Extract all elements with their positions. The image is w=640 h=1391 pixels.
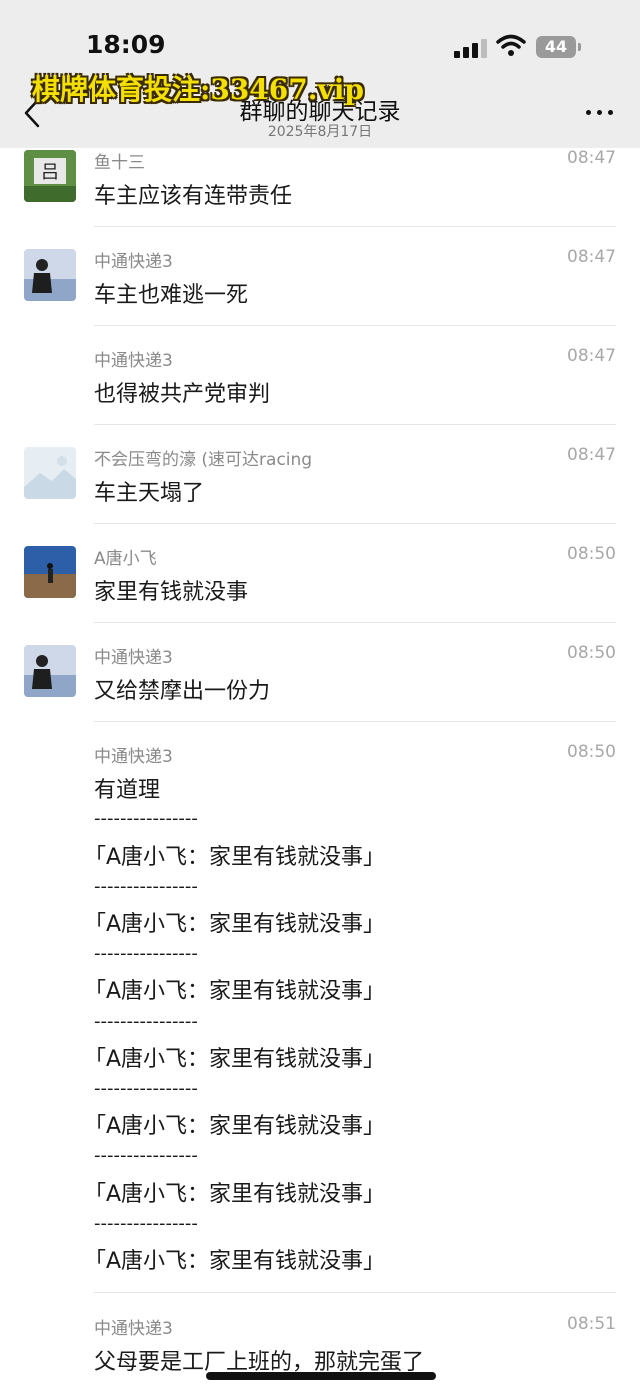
message-time: 08:50 [567,643,616,663]
message-divider [94,1292,616,1293]
svg-text:吕: 吕 [41,162,59,183]
message-sender: 中通快递3 [94,648,173,668]
message-time: 08:50 [567,742,616,762]
message-text: 家里有钱就没事 [94,580,249,605]
quote-separator: ---------------- [94,943,198,964]
message-sender: 中通快递3 [94,252,173,272]
message-text: 车主天塌了 [94,481,205,506]
quote-line: 「A唐小飞：家里有钱就没事」 [84,979,386,1004]
quote-line: 「A唐小飞：家里有钱就没事」 [84,845,386,870]
message-time: 08:47 [567,247,616,267]
chat-message[interactable]: A唐小飞 08:50 家里有钱就没事 [0,542,640,623]
avatar[interactable]: 吕 [24,150,76,202]
message-time: 08:47 [567,346,616,366]
quote-line: 「A唐小飞：家里有钱就没事」 [84,1182,386,1207]
avatar[interactable] [24,249,76,301]
quote-separator: ---------------- [94,1213,198,1234]
chat-message[interactable]: 中通快递3 08:47 车主也难逃一死 [0,245,640,326]
message-time: 08:47 [567,148,616,168]
message-divider [94,325,616,326]
watermark-overlay: 棋牌体育投注:33467.vip [32,73,364,106]
quote-separator: ---------------- [94,1145,198,1166]
message-text: 又给禁摩出一份力 [94,679,271,704]
message-text: 车主应该有连带责任 [94,184,293,209]
quote-separator: ---------------- [94,1078,198,1099]
avatar[interactable] [24,645,76,697]
message-time: 08:50 [567,544,616,564]
message-sender: 中通快递3 [94,1319,173,1339]
page-date: 2025年8月17日 [267,124,373,140]
message-time: 08:47 [567,445,616,465]
chat-message[interactable]: 吕 鱼十三 08:47 车主应该有连带责任 [0,146,640,227]
cellular-signal-icon [454,38,488,58]
message-divider [94,226,616,227]
message-divider [94,424,616,425]
more-options-icon[interactable] [586,110,614,118]
message-divider [94,622,616,623]
chat-message[interactable]: 中通快递3 08:50 有道理 ---------------- 「A唐小飞：家… [0,740,640,1293]
quote-line: 「A唐小飞：家里有钱就没事」 [84,912,386,937]
quote-line: 「A唐小飞：家里有钱就没事」 [84,1114,386,1139]
quote-separator: ---------------- [94,808,198,829]
message-text: 有道理 [94,778,161,803]
chat-message[interactable]: 中通快递3 08:47 也得被共产党审判 [0,344,640,425]
chat-message[interactable]: 中通快递3 08:50 又给禁摩出一份力 [0,641,640,722]
chat-message[interactable]: 不会压弯的濠 (速可达racing 08:47 车主天塌了 [0,443,640,524]
quote-line: 「A唐小飞：家里有钱就没事」 [84,1249,386,1274]
home-indicator[interactable] [206,1372,436,1380]
avatar[interactable] [24,447,76,499]
status-time: 18:09 [86,30,166,59]
battery-icon: 44 [536,36,576,58]
message-sender: 中通快递3 [94,747,173,767]
quote-line: 「A唐小飞：家里有钱就没事」 [84,1047,386,1072]
message-sender: 鱼十三 [94,153,145,173]
quote-separator: ---------------- [94,1011,198,1032]
message-sender: 不会压弯的濠 (速可达racing [94,450,313,470]
message-text: 也得被共产党审判 [94,382,271,407]
wifi-icon [496,34,526,56]
battery-nub [578,43,581,51]
message-text: 车主也难逃一死 [94,283,249,308]
message-divider [94,721,616,722]
quote-separator: ---------------- [94,876,198,897]
message-sender: A唐小飞 [94,549,157,569]
message-divider [94,523,616,524]
message-sender: 中通快递3 [94,351,173,371]
message-time: 08:51 [567,1314,616,1334]
avatar[interactable] [24,546,76,598]
